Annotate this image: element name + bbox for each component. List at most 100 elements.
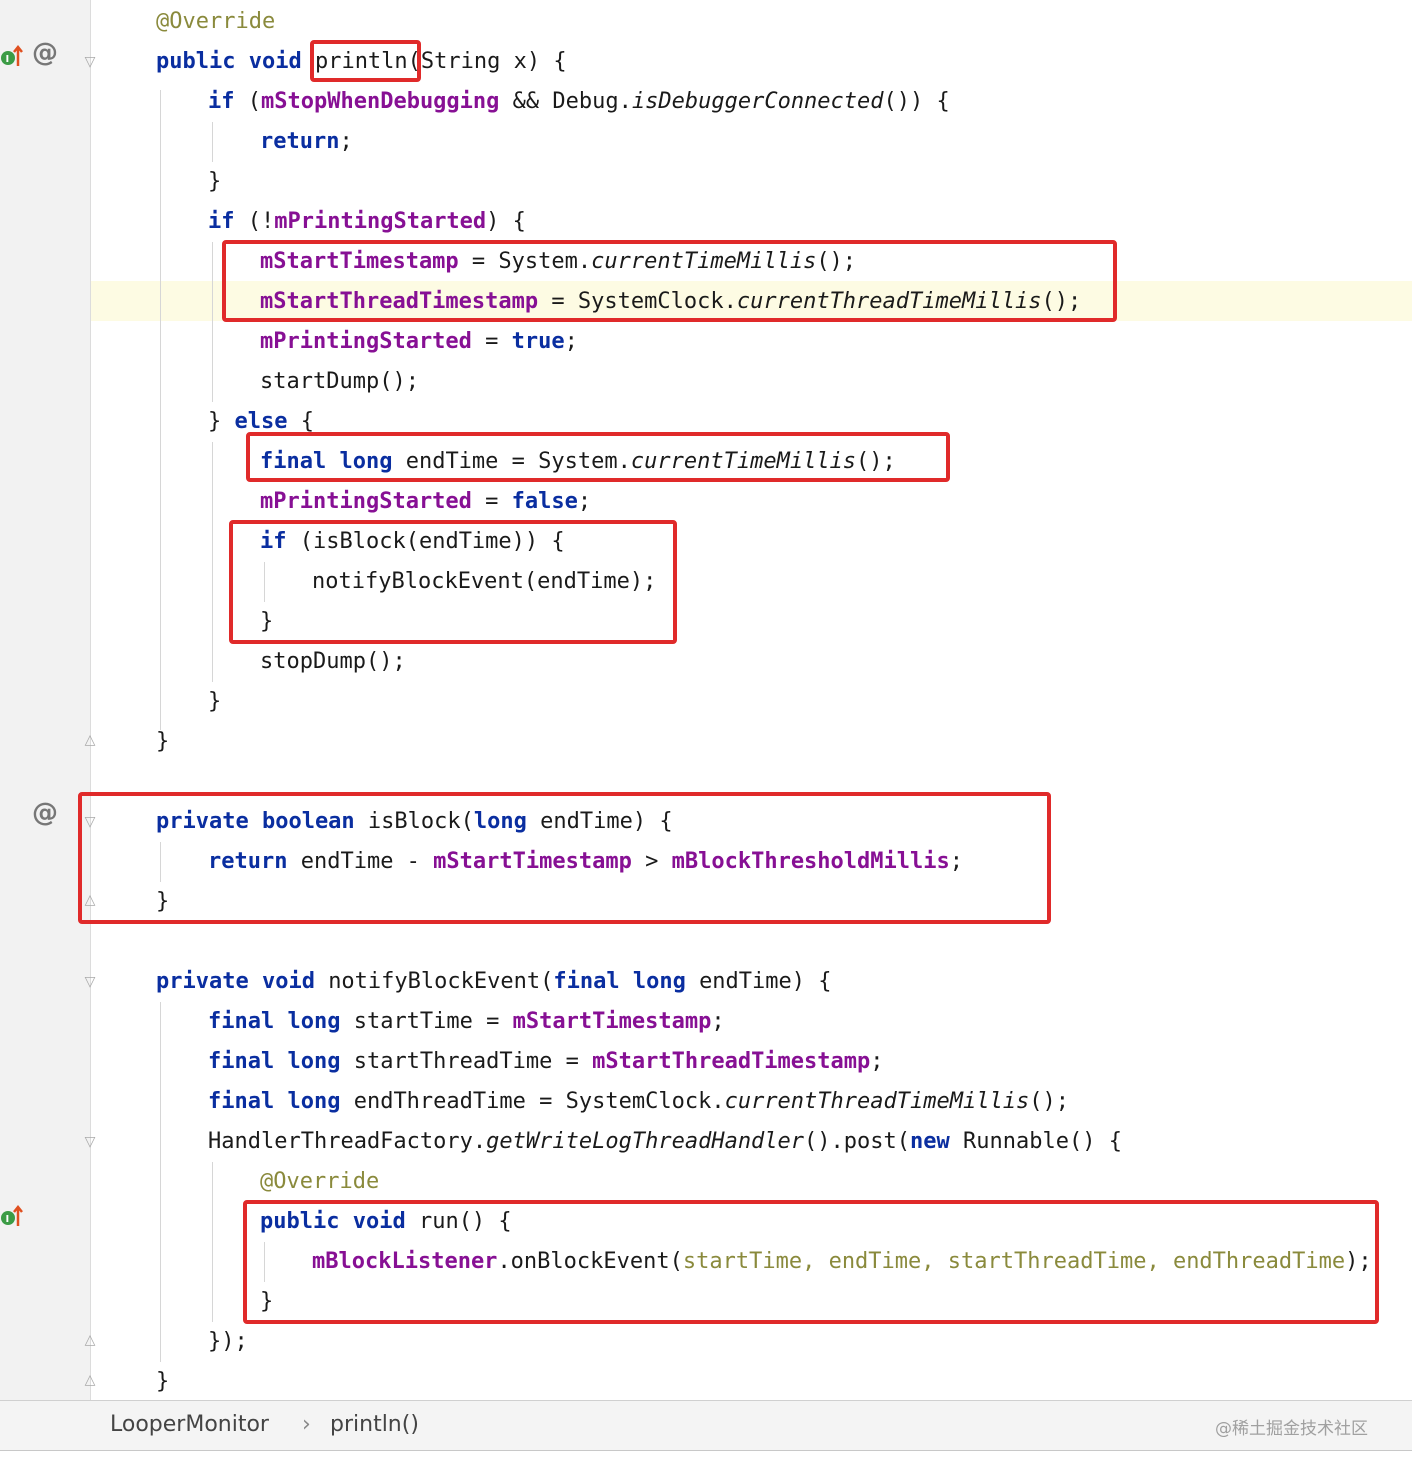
code-token: mBlockThresholdMillis xyxy=(671,849,950,874)
code-token: stopDump(); xyxy=(260,649,406,674)
code-line[interactable]: } xyxy=(260,1282,273,1322)
code-token: notifyBlockEvent(endTime); xyxy=(312,569,657,594)
code-token: notifyBlockEvent( xyxy=(328,969,554,994)
code-line[interactable]: final long endTime = System.currentTimeM… xyxy=(260,442,896,482)
editor-gutter: I @ @ I xyxy=(0,0,91,1400)
code-line[interactable]: final long startThreadTime = mStartThrea… xyxy=(208,1042,884,1082)
code-token: getWriteLogThreadHandler xyxy=(486,1129,805,1154)
code-token: run() { xyxy=(418,1209,512,1234)
code-line[interactable]: notifyBlockEvent(endTime); xyxy=(312,562,656,602)
code-token: endThreadTime = SystemClock. xyxy=(353,1089,725,1114)
code-token: mStartTimestamp xyxy=(433,849,632,874)
breadcrumb: LooperMonitor › println() @稀土掘金技术社区 xyxy=(0,1400,1412,1451)
code-editor[interactable]: @Override public void println(String x) {… xyxy=(78,0,1412,1402)
code-token: } xyxy=(260,1289,274,1314)
svg-text:I: I xyxy=(6,1214,10,1225)
code-token: && Debug. xyxy=(499,89,632,114)
code-token: HandlerThreadFactory. xyxy=(208,1129,487,1154)
code-token: { xyxy=(287,409,314,434)
code-line[interactable]: @Override xyxy=(260,1162,379,1202)
code-token: ; xyxy=(711,1009,725,1034)
code-token: (); xyxy=(816,249,857,274)
code-token: mPrintingStarted xyxy=(274,209,487,234)
code-token: Runnable() { xyxy=(963,1129,1122,1154)
code-token: @Override xyxy=(260,1169,380,1194)
code-token: = SystemClock. xyxy=(538,289,737,314)
code-token: } xyxy=(156,1369,170,1394)
override-marker-icon[interactable]: @ xyxy=(32,798,58,828)
code-token: currentTimeMillis xyxy=(591,249,817,274)
code-line[interactable]: } xyxy=(260,602,273,642)
code-line[interactable]: mStartTimestamp = System.currentTimeMill… xyxy=(260,242,856,282)
code-line[interactable]: @Override xyxy=(156,2,275,42)
code-line[interactable]: public void run() { xyxy=(260,1202,512,1242)
code-token: long xyxy=(473,809,541,834)
implementing-method-icon[interactable]: I xyxy=(0,1204,24,1228)
code-line[interactable]: mStartThreadTimestamp = SystemClock.curr… xyxy=(260,282,1081,322)
code-token: (); xyxy=(1041,289,1082,314)
code-token: false xyxy=(511,489,578,514)
code-token: ; xyxy=(339,129,353,154)
code-token: = xyxy=(471,329,512,354)
code-line[interactable]: HandlerThreadFactory.getWriteLogThreadHa… xyxy=(208,1122,1122,1162)
code-line[interactable]: if (mStopWhenDebugging && Debug.isDebugg… xyxy=(208,82,950,122)
code-token: if xyxy=(260,529,300,554)
code-line[interactable]: } xyxy=(156,722,169,762)
code-line[interactable]: if (!mPrintingStarted) { xyxy=(208,202,526,242)
code-token: final long xyxy=(553,969,700,994)
code-token: ()) { xyxy=(883,89,950,114)
code-line[interactable]: final long endThreadTime = SystemClock.c… xyxy=(208,1082,1069,1122)
code-line[interactable]: } xyxy=(156,882,169,922)
code-token: final long xyxy=(208,1089,354,1114)
code-token: else xyxy=(234,409,288,434)
code-line[interactable]: mBlockListener.onBlockEvent(startTime, e… xyxy=(312,1242,1372,1282)
code-line[interactable]: private void notifyBlockEvent(final long… xyxy=(156,962,832,1002)
code-token: @Override xyxy=(156,9,276,34)
code-token: ); xyxy=(1345,1249,1372,1274)
code-line[interactable]: } else { xyxy=(208,402,314,442)
code-token: final long xyxy=(260,449,406,474)
code-line[interactable]: } xyxy=(208,162,221,202)
code-token: (String x) { xyxy=(407,49,567,74)
code-token: if xyxy=(208,209,248,234)
implementing-method-icon[interactable]: I xyxy=(0,44,24,68)
code-token: ; xyxy=(564,329,578,354)
code-line[interactable]: public void println(String x) { xyxy=(156,42,567,82)
code-token: ; xyxy=(577,489,592,514)
code-token: } xyxy=(260,609,274,634)
code-line[interactable]: }); xyxy=(208,1322,248,1362)
code-token: currentThreadTimeMillis xyxy=(736,289,1042,314)
code-token: mStartThreadTimestamp xyxy=(592,1049,871,1074)
code-line[interactable]: startDump(); xyxy=(260,362,419,402)
code-token: private void xyxy=(156,969,329,994)
code-token: mStopWhenDebugging xyxy=(261,89,500,114)
code-line[interactable]: } xyxy=(208,682,221,722)
code-token: ; xyxy=(870,1049,884,1074)
code-token: (! xyxy=(247,209,275,234)
code-line[interactable]: if (isBlock(endTime)) { xyxy=(260,522,565,562)
code-line[interactable]: return endTime - mStartTimestamp > mBloc… xyxy=(208,842,963,882)
code-token: endTime) { xyxy=(540,809,673,834)
code-token: mPrintingStarted xyxy=(260,329,472,354)
code-line[interactable]: mPrintingStarted = false; xyxy=(260,482,591,522)
code-token: mStartThreadTimestamp xyxy=(260,289,539,314)
code-token: return xyxy=(260,129,340,154)
code-line[interactable]: private boolean isBlock(long endTime) { xyxy=(156,802,673,842)
code-line[interactable]: return; xyxy=(260,122,353,162)
breadcrumb-method[interactable]: println() xyxy=(330,1412,419,1437)
code-token: = System. xyxy=(458,249,592,274)
code-token: if xyxy=(208,89,248,114)
code-token: private boolean xyxy=(156,809,368,834)
code-token: (isBlock(endTime)) { xyxy=(299,529,565,554)
code-line[interactable]: final long startTime = mStartTimestamp; xyxy=(208,1002,725,1042)
override-marker-icon[interactable]: @ xyxy=(32,38,58,68)
code-token: isBlock( xyxy=(367,809,474,834)
breadcrumb-separator: › xyxy=(302,1412,311,1437)
code-token: mStartTimestamp xyxy=(512,1009,712,1034)
code-line[interactable]: } xyxy=(156,1362,169,1402)
code-line[interactable]: mPrintingStarted = true; xyxy=(260,322,578,362)
code-line[interactable]: stopDump(); xyxy=(260,642,406,682)
breadcrumb-class[interactable]: LooperMonitor xyxy=(110,1412,269,1437)
code-token: currentTimeMillis xyxy=(630,449,857,474)
code-token: isDebuggerConnected xyxy=(631,89,884,114)
